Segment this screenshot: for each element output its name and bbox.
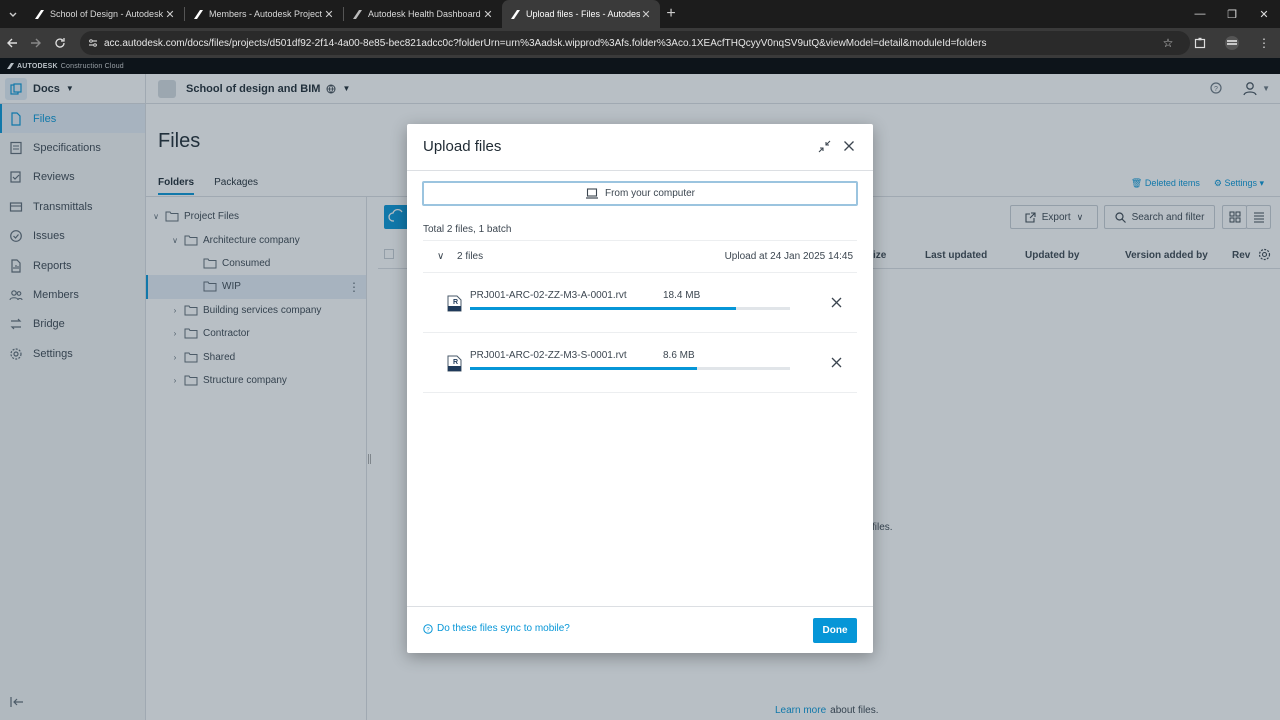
- minimize-dialog-icon[interactable]: [818, 140, 831, 153]
- svg-text:R: R: [453, 359, 458, 366]
- file-size: 8.6 MB: [663, 350, 695, 361]
- browser-menu-icon[interactable]: ⋮: [1248, 36, 1280, 50]
- tab-title: Autodesk Health Dashboard St: [368, 9, 482, 19]
- file-name: PRJ001-ARC-02-ZZ-M3-S-0001.rvt: [470, 350, 627, 361]
- chevron-down-icon[interactable]: ∨: [437, 251, 444, 262]
- tab-close-icon[interactable]: ✕: [323, 8, 335, 21]
- dialog-title: Upload files: [423, 138, 502, 155]
- browser-tabbar: School of Design - Autodesk D ✕ Members …: [0, 0, 1280, 28]
- close-icon[interactable]: [843, 140, 855, 152]
- upload-file-row: R PRJ001-ARC-02-ZZ-M3-S-0001.rvt 8.6 MB: [423, 333, 857, 393]
- file-size: 18.4 MB: [663, 290, 701, 301]
- sync-to-mobile-link[interactable]: ? Do these files sync to mobile?: [423, 623, 570, 634]
- browser-tab[interactable]: School of Design - Autodesk D ✕: [26, 0, 184, 28]
- upload-progress-bar: [470, 307, 790, 310]
- bookmark-star-icon[interactable]: ☆: [1152, 36, 1184, 50]
- profile-avatar-icon[interactable]: [1216, 35, 1248, 51]
- batch-file-count: 2 files: [457, 251, 484, 262]
- url-text: acc.autodesk.com/docs/files/projects/d50…: [104, 37, 987, 49]
- batch-upload-date: Upload at 24 Jan 2025 14:45: [724, 251, 853, 262]
- window-controls: — ❐ ✕: [1184, 0, 1280, 28]
- tab-close-icon[interactable]: ✕: [482, 8, 494, 21]
- cancel-upload-close-icon[interactable]: [831, 357, 842, 368]
- window-close-icon[interactable]: ✕: [1248, 0, 1280, 28]
- browser-tab[interactable]: Autodesk Health Dashboard St ✕: [344, 0, 502, 28]
- address-bar[interactable]: acc.autodesk.com/docs/files/projects/d50…: [80, 31, 1190, 55]
- tab-title: School of Design - Autodesk D: [50, 9, 164, 19]
- upload-progress-fill: [470, 307, 736, 310]
- browser-tab-active[interactable]: Upload files - Files - Autodesk I ✕: [502, 0, 660, 28]
- help-circle-icon: ?: [423, 623, 433, 634]
- tab-close-icon[interactable]: ✕: [164, 8, 176, 21]
- tab-title: Members - Autodesk Project A: [209, 9, 323, 19]
- autodesk-favicon-icon: [194, 9, 203, 19]
- browser-tab[interactable]: Members - Autodesk Project A ✕: [185, 0, 343, 28]
- sync-link-label: Do these files sync to mobile?: [437, 623, 570, 634]
- minimize-icon[interactable]: —: [1184, 0, 1216, 28]
- from-computer-label: From your computer: [604, 188, 696, 199]
- cancel-upload-close-icon[interactable]: [831, 297, 842, 308]
- upload-file-row: R PRJ001-ARC-02-ZZ-M3-A-0001.rvt 18.4 MB: [423, 273, 857, 333]
- upload-progress-bar: [470, 367, 790, 370]
- from-your-computer-button[interactable]: From your computer: [422, 181, 858, 206]
- file-name: PRJ001-ARC-02-ZZ-M3-A-0001.rvt: [470, 290, 627, 301]
- dialog-divider: [407, 170, 873, 171]
- back-arrow-icon[interactable]: [0, 28, 24, 58]
- svg-text:R: R: [453, 299, 458, 306]
- revit-file-icon: R: [447, 355, 462, 372]
- tab-search-chevron-icon[interactable]: [0, 0, 26, 28]
- site-info-icon[interactable]: [88, 38, 98, 48]
- upload-batch-header[interactable]: ∨ 2 files Upload at 24 Jan 2025 14:45: [423, 240, 857, 273]
- autodesk-favicon-icon: [353, 9, 362, 19]
- upload-files-dialog: Upload files From your computer Total 2 …: [407, 124, 873, 653]
- revit-file-icon: R: [447, 295, 462, 312]
- dialog-footer-divider: [407, 606, 873, 607]
- done-button[interactable]: Done: [813, 618, 857, 643]
- restore-icon[interactable]: ❐: [1216, 0, 1248, 28]
- laptop-icon: [585, 188, 598, 199]
- upload-total: Total 2 files, 1 batch: [423, 224, 512, 235]
- upload-progress-fill: [470, 367, 698, 370]
- autodesk-favicon-icon: [511, 9, 520, 19]
- tab-title: Upload files - Files - Autodesk I: [526, 9, 640, 19]
- forward-arrow-icon[interactable]: [24, 28, 48, 58]
- reload-icon[interactable]: [48, 28, 72, 58]
- tab-close-icon[interactable]: ✕: [640, 8, 652, 21]
- new-tab-plus-icon[interactable]: +: [660, 5, 682, 23]
- browser-toolbar: acc.autodesk.com/docs/files/projects/d50…: [0, 28, 1280, 58]
- extensions-icon[interactable]: [1184, 37, 1216, 49]
- autodesk-favicon-icon: [35, 9, 44, 19]
